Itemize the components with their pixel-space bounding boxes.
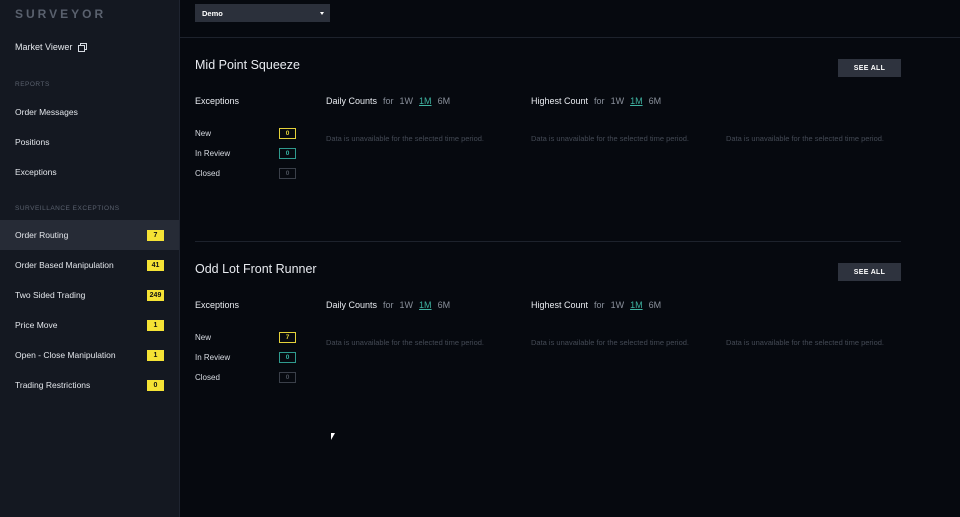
exceptions-heading: Exceptions	[195, 96, 240, 106]
range-6m[interactable]: 6M	[438, 96, 451, 106]
stat-row-closed[interactable]: Closed 0	[195, 168, 296, 180]
range-1m[interactable]: 1M	[630, 96, 643, 106]
sidebar-item-order-messages[interactable]: Order Messages	[15, 107, 78, 117]
range-1m[interactable]: 1M	[419, 300, 432, 310]
dataset-select[interactable]: Demo	[195, 4, 330, 22]
count-badge: 7	[147, 229, 164, 241]
sidebar-item-order-based-manipulation[interactable]: Order Based Manipulation 41	[0, 250, 179, 280]
sidebar-item-exceptions[interactable]: Exceptions	[15, 167, 57, 177]
range-1m[interactable]: 1M	[419, 96, 432, 106]
sidebar-item-price-move[interactable]: Price Move 1	[0, 310, 179, 340]
stat-count: 0	[279, 128, 296, 139]
stat-label: New	[195, 129, 212, 138]
stat-count: 0	[279, 168, 296, 179]
stat-row-in-review[interactable]: In Review 0	[195, 148, 296, 160]
market-viewer-label: Market Viewer	[15, 42, 73, 52]
sidebar-item-trading-restrictions[interactable]: Trading Restrictions 0	[0, 370, 179, 400]
stat-row-new[interactable]: New 0	[195, 128, 296, 140]
unavailable-message: Data is unavailable for the selected tim…	[326, 134, 485, 143]
stat-row-in-review[interactable]: In Review 0	[195, 352, 296, 364]
exception-panel-mid-point-squeeze: Mid Point Squeeze SEE ALL Exceptions New…	[195, 58, 901, 258]
daily-counts-header: Daily Counts for 1W 1M 6M	[326, 300, 450, 310]
metric-name: Highest Count	[531, 300, 589, 310]
exceptions-heading: Exceptions	[195, 300, 240, 310]
metric-name: Highest Count	[531, 96, 589, 106]
stat-row-closed[interactable]: Closed 0	[195, 372, 296, 384]
exception-panel-odd-lot-front-runner: Odd Lot Front Runner SEE ALL Exceptions …	[195, 262, 901, 462]
caret-down-icon	[320, 12, 324, 15]
unavailable-message: Data is unavailable for the selected tim…	[726, 338, 885, 347]
sidebar-item-label: Two Sided Trading	[15, 290, 86, 300]
sidebar-item-label: Trading Restrictions	[15, 380, 91, 390]
surveillance-section-label: SURVEILLANCE EXCEPTIONS	[15, 205, 120, 212]
range-6m[interactable]: 6M	[649, 96, 662, 106]
sidebar-item-label: Open - Close Manipulation	[15, 350, 116, 360]
range-1w[interactable]: 1W	[400, 96, 414, 106]
external-window-icon	[78, 43, 88, 52]
metric-for: for	[383, 96, 394, 106]
count-badge: 41	[147, 259, 164, 271]
metric-for: for	[594, 96, 605, 106]
brand-logo: SURVEYOR	[15, 7, 107, 21]
panel-divider	[195, 241, 901, 242]
main-content: Demo Mid Point Squeeze SEE ALL Exception…	[180, 0, 960, 517]
count-badge: 249	[147, 289, 164, 301]
stat-label: In Review	[195, 149, 231, 158]
stat-count: 0	[279, 148, 296, 159]
sidebar-item-label: Order Based Manipulation	[15, 260, 114, 270]
metric-name: Daily Counts	[326, 96, 378, 106]
stat-label: Closed	[195, 373, 220, 382]
count-badge: 1	[147, 349, 164, 361]
range-6m[interactable]: 6M	[438, 300, 451, 310]
sidebar-item-order-routing[interactable]: Order Routing 7	[0, 220, 179, 250]
dataset-select-value: Demo	[202, 8, 223, 18]
metric-for: for	[383, 300, 394, 310]
daily-counts-header: Daily Counts for 1W 1M 6M	[326, 96, 450, 106]
sidebar-item-label: Order Routing	[15, 230, 69, 240]
highest-count-header: Highest Count for 1W 1M 6M	[531, 300, 661, 310]
panel-title: Mid Point Squeeze	[195, 58, 300, 72]
metric-for: for	[594, 300, 605, 310]
range-6m[interactable]: 6M	[649, 300, 662, 310]
range-1w[interactable]: 1W	[611, 96, 625, 106]
stat-count: 0	[279, 372, 296, 383]
metric-name: Daily Counts	[326, 300, 378, 310]
sidebar-item-two-sided-trading[interactable]: Two Sided Trading 249	[0, 280, 179, 310]
market-viewer-link[interactable]: Market Viewer	[15, 42, 88, 52]
sidebar: SURVEYOR Market Viewer REPORTS Order Mes…	[0, 0, 180, 517]
stat-label: Closed	[195, 169, 220, 178]
count-badge: 0	[147, 379, 164, 391]
stat-count: 0	[279, 352, 296, 363]
header-divider	[180, 37, 960, 38]
mouse-cursor-icon	[331, 433, 335, 440]
reports-section-label: REPORTS	[15, 81, 50, 88]
count-badge: 1	[147, 319, 164, 331]
unavailable-message: Data is unavailable for the selected tim…	[726, 134, 885, 143]
range-1w[interactable]: 1W	[611, 300, 625, 310]
see-all-button[interactable]: SEE ALL	[838, 59, 901, 77]
unavailable-message: Data is unavailable for the selected tim…	[531, 338, 690, 347]
stat-label: In Review	[195, 353, 231, 362]
see-all-button[interactable]: SEE ALL	[838, 263, 901, 281]
sidebar-item-label: Price Move	[15, 320, 58, 330]
unavailable-message: Data is unavailable for the selected tim…	[326, 338, 485, 347]
range-1w[interactable]: 1W	[400, 300, 414, 310]
highest-count-header: Highest Count for 1W 1M 6M	[531, 96, 661, 106]
sidebar-item-positions[interactable]: Positions	[15, 137, 50, 147]
range-1m[interactable]: 1M	[630, 300, 643, 310]
sidebar-item-open-close-manipulation[interactable]: Open - Close Manipulation 1	[0, 340, 179, 370]
stat-count: 7	[279, 332, 296, 343]
stat-label: New	[195, 333, 212, 342]
stat-row-new[interactable]: New 7	[195, 332, 296, 344]
unavailable-message: Data is unavailable for the selected tim…	[531, 134, 690, 143]
panel-title: Odd Lot Front Runner	[195, 262, 317, 276]
